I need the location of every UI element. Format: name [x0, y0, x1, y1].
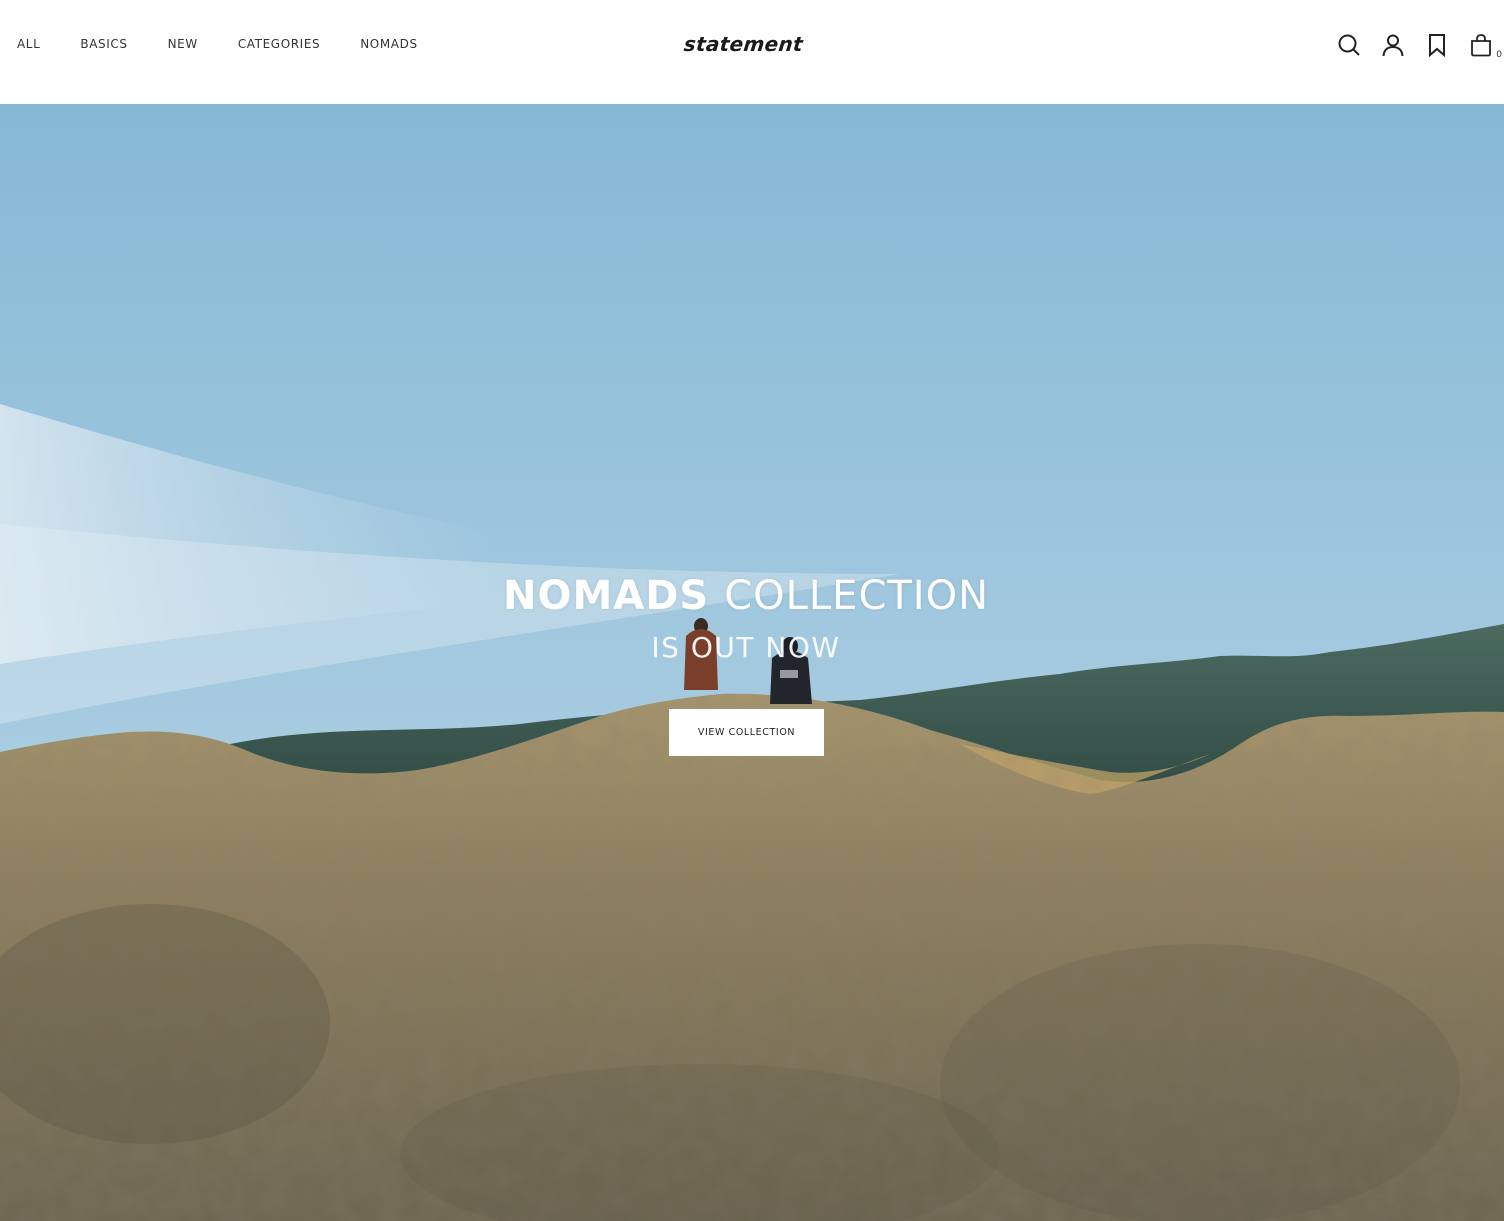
- page: ALL BASICS NEW CATEGORIES NOMADS stateme…: [0, 0, 1504, 1221]
- wishlist-button[interactable]: [1424, 32, 1450, 58]
- site-header: ALL BASICS NEW CATEGORIES NOMADS stateme…: [0, 0, 1504, 104]
- account-button[interactable]: [1380, 32, 1406, 58]
- bookmark-icon: [1427, 33, 1447, 57]
- brand-logo[interactable]: statement: [683, 30, 805, 58]
- hero-text: NOMADS COLLECTION IS OUT NOW: [0, 574, 1492, 664]
- nav-item-basics[interactable]: BASICS: [80, 36, 127, 52]
- view-collection-button[interactable]: VIEW COLLECTION: [669, 709, 824, 756]
- bag-icon: [1469, 33, 1493, 57]
- main-nav: ALL BASICS NEW CATEGORIES NOMADS: [17, 36, 418, 52]
- nav-item-all[interactable]: ALL: [17, 36, 40, 52]
- hero-title-light: COLLECTION: [724, 573, 990, 619]
- nav-item-new[interactable]: NEW: [168, 36, 198, 52]
- hero-title: NOMADS COLLECTION: [0, 574, 1492, 618]
- hero-subtitle: IS OUT NOW: [651, 631, 841, 664]
- hero-banner: NOMADS COLLECTION IS OUT NOW VIEW COLLEC…: [0, 104, 1504, 1221]
- hero-title-bold: NOMADS: [502, 573, 710, 619]
- cart-button[interactable]: 0: [1468, 32, 1502, 60]
- nav-item-categories[interactable]: CATEGORIES: [238, 36, 320, 52]
- nav-item-nomads[interactable]: NOMADS: [360, 36, 417, 52]
- search-button[interactable]: [1336, 32, 1362, 58]
- account-icon: [1381, 33, 1405, 57]
- header-icons: 0: [1318, 32, 1502, 60]
- cart-count: 0: [1496, 50, 1502, 60]
- search-icon: [1337, 33, 1361, 57]
